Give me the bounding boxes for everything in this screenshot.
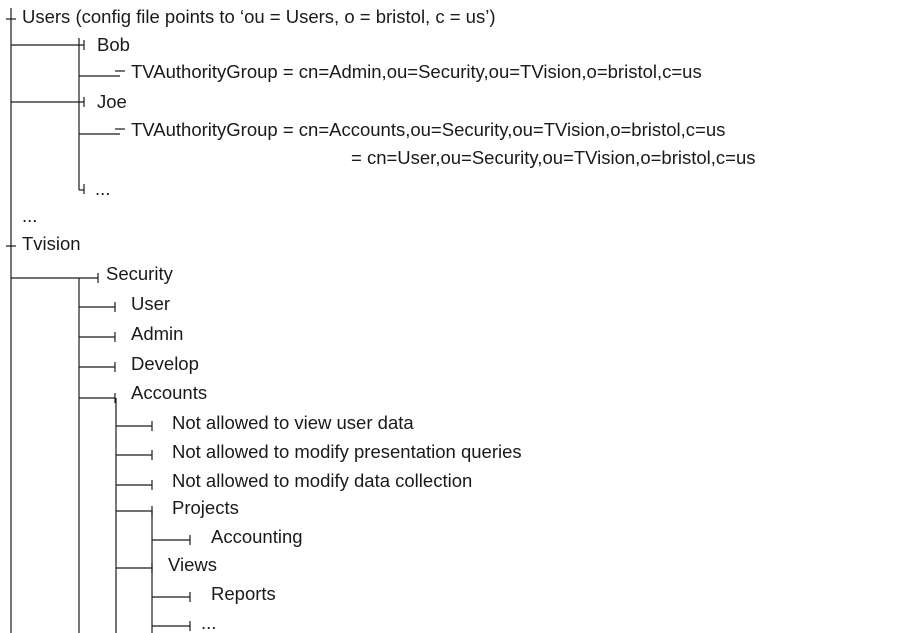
users-node-label: Users (config file points to ‘ou = Users…	[22, 6, 496, 27]
rule-1-label: Not allowed to view user data	[172, 412, 414, 433]
security-node-label: Security	[106, 263, 173, 284]
rule-2-label: Not allowed to modify presentation queri…	[172, 441, 522, 462]
bob-node-label: Bob	[97, 34, 130, 55]
joe-group-label-1: TVAuthorityGroup = cn=Accounts,ou=Securi…	[131, 119, 726, 140]
joe-group-label-2: = cn=User,ou=Security,ou=TVision,o=brist…	[351, 147, 756, 168]
user-node-label: User	[131, 293, 171, 314]
tvision-node-label: Tvision	[22, 233, 81, 254]
accounting-node-label: Accounting	[211, 526, 303, 547]
rule-3-label: Not allowed to modify data collection	[172, 470, 473, 491]
joe-node-label: Joe	[97, 91, 127, 112]
views-node-label: Views	[168, 554, 218, 575]
accounts-node-label: Accounts	[131, 382, 208, 403]
users-ellipsis-label: ...	[22, 205, 38, 226]
reports-node-label: Reports	[211, 583, 276, 604]
admin-node-label: Admin	[131, 323, 184, 344]
joe-more-label: ...	[95, 178, 111, 199]
tree-connector-lines	[6, 8, 191, 633]
bob-group-label: TVAuthorityGroup = cn=Admin,ou=Security,…	[131, 61, 702, 82]
projects-node-label: Projects	[172, 497, 239, 518]
develop-node-label: Develop	[131, 353, 199, 374]
directory-tree-diagram: Users (config file points to ‘ou = Users…	[0, 0, 921, 633]
views-more-label: ...	[201, 612, 217, 633]
